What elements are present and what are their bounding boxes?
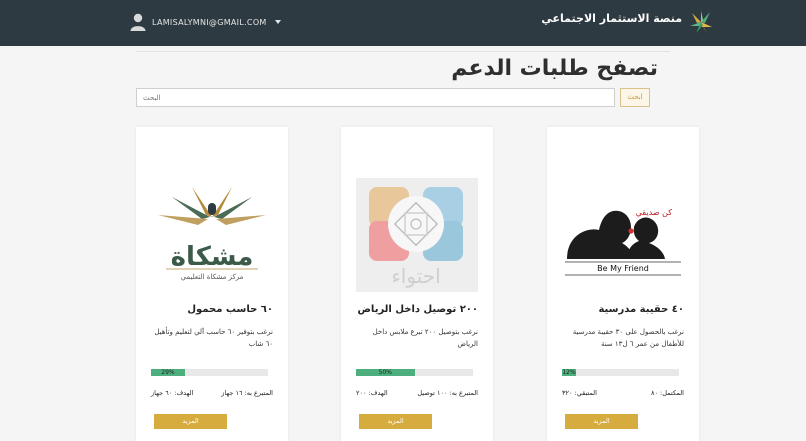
- search-button[interactable]: ابحث: [620, 88, 650, 107]
- card-description: نرغب بالحصول على ٣٠ حقيبة مدرسية للأطفال…: [572, 328, 684, 348]
- card-image-be-my-friend: كن صديقي Be My Friend: [565, 208, 681, 276]
- progress-bar: 29%: [151, 369, 268, 376]
- progress-fill: 29%: [151, 369, 185, 376]
- page-title: تصفح طلبات الدعم: [451, 56, 658, 81]
- card-image-mishkat-logo: مشكاة مركز مشكاة التعليمي: [158, 187, 266, 281]
- card-title: ٢٠٠ توصيل داخل الرياض: [357, 304, 478, 315]
- stat-goal: الهدف: ٦٠ جهاز: [151, 389, 194, 397]
- brand[interactable]: منصة الاستثمار الاجتماعي: [541, 11, 712, 33]
- image-subcaption: مركز مشكاة التعليمي: [181, 273, 244, 281]
- stat-goal: الهدف: ٢٠٠: [356, 389, 388, 397]
- header-divider: [136, 51, 670, 52]
- card-description: نرغب بتوفير ٦٠ حاسب آلي لتعليم وتأهيل ٦٠…: [154, 328, 273, 348]
- search-input[interactable]: [136, 88, 615, 107]
- image-caption: احتواء: [391, 264, 440, 288]
- card-title: ٦٠ حاسب محمول: [187, 304, 273, 315]
- stat-donated: المتبرع به: ١٦ جهاز: [221, 389, 273, 397]
- stat-completed: المكتمل: ٨٠: [650, 389, 684, 397]
- card-title: ٤٠ حقيبة مدرسية: [598, 304, 684, 315]
- user-avatar-icon: [130, 13, 146, 31]
- progress-bar: 50%: [356, 369, 473, 376]
- progress-bar: 12%: [562, 369, 679, 376]
- brand-name: منصة الاستثمار الاجتماعي: [541, 12, 682, 25]
- support-request-card: كن صديقي Be My Friend ٤٠ حقيبة مدرسية نر…: [547, 127, 699, 441]
- progress-fill: 12%: [562, 369, 577, 376]
- more-button[interactable]: المزيد: [565, 414, 638, 429]
- more-button[interactable]: المزيد: [154, 414, 227, 429]
- support-request-card: احتواء ٢٠٠ توصيل داخل الرياض نرغب بتوصيل…: [341, 127, 493, 441]
- card-image-ehtewaa-logo: احتواء: [356, 178, 478, 292]
- stat-donated: المتبرع به: ١٠٠ توصيل: [417, 389, 478, 397]
- card-description: نرغب بتوصيل ٢٠٠ تبرع ملابس داخل الرياض: [372, 328, 478, 348]
- user-menu[interactable]: LAMISALYMNI@GMAIL.COM: [130, 13, 281, 31]
- image-caption-ar: كن صديقي: [636, 208, 673, 217]
- user-email[interactable]: LAMISALYMNI@GMAIL.COM: [152, 18, 267, 27]
- image-caption: مشكاة: [171, 242, 254, 272]
- progress-fill: 50%: [356, 369, 415, 376]
- chevron-down-icon[interactable]: [274, 20, 281, 24]
- support-request-card: مشكاة مركز مشكاة التعليمي ٦٠ حاسب محمول …: [136, 127, 288, 441]
- brand-logo-icon: [690, 11, 712, 33]
- more-button[interactable]: المزيد: [359, 414, 432, 429]
- stat-remaining: المتبقي: ٣٢٠: [562, 389, 597, 397]
- top-navbar: LAMISALYMNI@GMAIL.COM منصة الاستثمار الا…: [0, 0, 806, 46]
- image-caption: Be My Friend: [597, 264, 649, 273]
